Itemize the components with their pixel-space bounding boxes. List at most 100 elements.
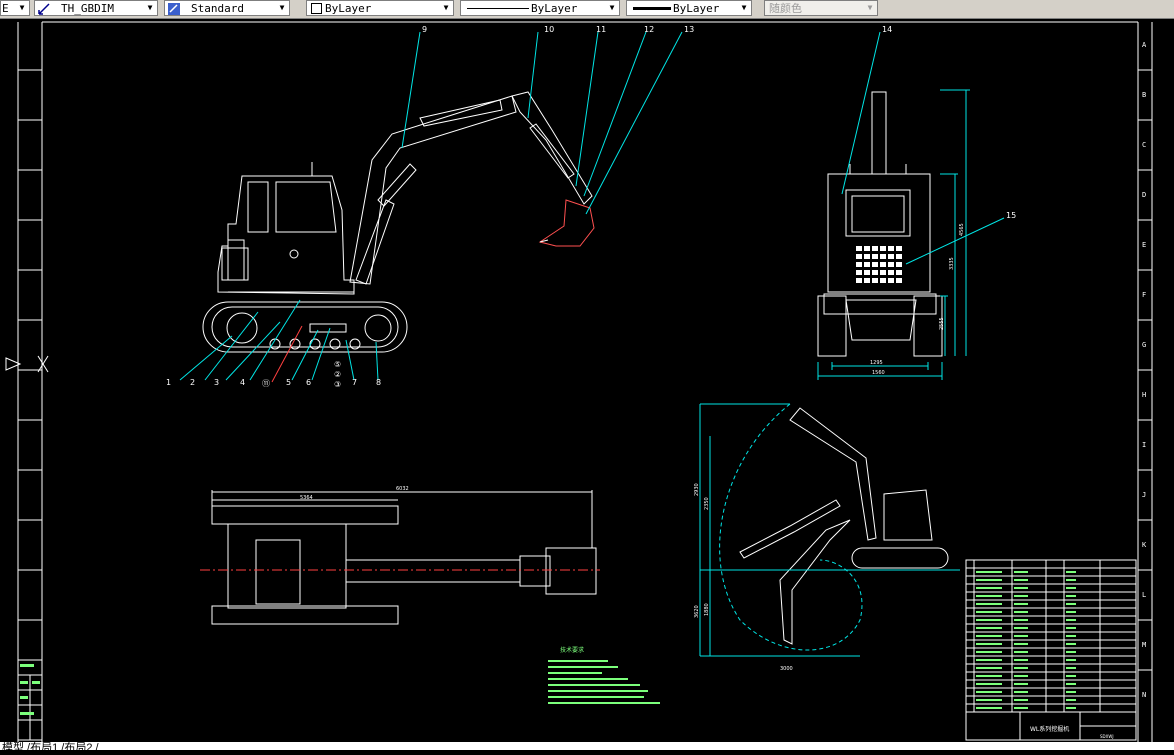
border-zone-letter: D <box>1142 191 1146 199</box>
layer-dropdown[interactable]: E ▼ <box>0 0 30 16</box>
parts-cell-mark <box>1014 635 1028 637</box>
dim-text: 2350 <box>704 497 710 510</box>
left-margin-ticks <box>18 69 42 621</box>
border-zone-letter: L <box>1142 591 1146 599</box>
parts-cell-mark <box>976 667 1002 669</box>
parts-cell-mark <box>1066 651 1076 653</box>
parts-cell-mark <box>1014 659 1028 661</box>
border-zone-letter: B <box>1142 91 1146 99</box>
part-label: 10 <box>544 25 554 34</box>
dim-text: 3620 <box>694 605 700 618</box>
parts-cell-mark <box>1014 603 1028 605</box>
textstyle-dropdown[interactable]: Standard ▼ <box>164 0 290 16</box>
part-label: ③ <box>334 380 341 389</box>
parts-cell-mark <box>1066 603 1076 605</box>
parts-cell-mark <box>976 643 1002 645</box>
parts-cell-mark <box>1066 595 1076 597</box>
parts-cell-mark <box>1014 619 1028 621</box>
parts-cell-mark <box>976 651 1002 653</box>
parts-cell-mark <box>1066 675 1076 677</box>
reach-view-dimensions <box>699 403 860 657</box>
tech-notes-title: 技术要求 <box>560 646 584 654</box>
parts-cell-mark <box>976 683 1002 685</box>
parts-cell-mark <box>976 611 1002 613</box>
reach-envelope <box>719 403 863 651</box>
parts-cell-mark <box>1014 707 1028 709</box>
front-view-grille <box>856 246 902 283</box>
dim-text: 3335 <box>949 257 955 270</box>
parts-cell-mark <box>1066 611 1076 613</box>
part-label: 1 <box>166 378 171 387</box>
parts-cell-mark <box>976 587 1002 589</box>
parts-cell-mark <box>976 635 1002 637</box>
border-zone-letter: E <box>1142 241 1146 249</box>
color-swatch-icon <box>311 3 322 14</box>
dim-text: 2555 <box>939 317 945 330</box>
parts-cell-mark <box>1066 643 1076 645</box>
front-view-dimensions <box>817 89 970 380</box>
color-dropdown[interactable]: ByLayer ▼ <box>306 0 454 16</box>
dim-text: 2930 <box>694 483 700 496</box>
dim-text: 4565 <box>959 223 965 236</box>
dimension-style-icon <box>38 3 50 15</box>
dimstyle-dropdown[interactable]: TH_GBDIM ▼ <box>34 0 158 16</box>
border-zone-letter: H <box>1142 391 1146 399</box>
parts-cell-mark <box>1014 699 1028 701</box>
part-label: 8 <box>376 378 381 387</box>
dimstyle-text: TH_GBDIM <box>61 2 114 15</box>
part-label: 7 <box>352 378 357 387</box>
excavator-front-view <box>817 91 943 357</box>
drawing-border <box>17 21 1153 742</box>
parts-cell-mark <box>1014 643 1028 645</box>
parts-cell-mark <box>1014 667 1028 669</box>
parts-cell-mark <box>976 603 1002 605</box>
linetype-dropdown[interactable]: ByLayer ▼ <box>460 0 620 16</box>
border-zone-letter: M <box>1142 641 1146 649</box>
parts-cell-mark <box>1066 707 1076 709</box>
excavator-reach-view <box>739 407 949 645</box>
parts-cell-mark <box>1066 691 1076 693</box>
layout-tabs-bar: 模型 /布局1 /布局2 / <box>0 742 1174 754</box>
border-zone-letter: I <box>1142 441 1146 449</box>
dim-text: 3000 <box>780 666 793 672</box>
plotstyle-dropdown[interactable]: 随颜色 ▼ <box>764 0 878 16</box>
layer-text: E <box>2 2 9 15</box>
dim-text: 1560 <box>872 370 885 376</box>
part-label: 14 <box>882 25 892 34</box>
border-zone-letter: A <box>1142 41 1147 49</box>
parts-cell-mark <box>1066 627 1076 629</box>
part-label: 12 <box>644 25 654 34</box>
part-label: 13 <box>684 25 694 34</box>
lineweight-dropdown[interactable]: ByLayer ▼ <box>626 0 752 16</box>
lineweight-text: ByLayer <box>673 2 720 15</box>
parts-cell-mark <box>976 571 1002 573</box>
border-zone-letter: N <box>1142 691 1146 699</box>
parts-cell-mark <box>1066 619 1076 621</box>
part-label: ② <box>334 370 341 379</box>
parts-cell-mark <box>976 627 1002 629</box>
plotstyle-text: 随颜色 <box>769 2 802 15</box>
excavator-plan-view <box>211 505 597 625</box>
part-label: 6 <box>306 378 311 387</box>
title-block-name: WL系列挖掘机 <box>1030 725 1069 733</box>
leader-lines <box>179 31 1005 381</box>
part-label: 2 <box>190 378 195 387</box>
parts-cell-mark <box>976 659 1002 661</box>
parts-cell-mark <box>1066 571 1076 573</box>
part-label: 15 <box>1006 211 1016 220</box>
dim-text: 1880 <box>704 603 710 616</box>
parts-cell-mark <box>1066 699 1076 701</box>
part-label: 3 <box>214 378 219 387</box>
layout-tabs[interactable]: 模型 /布局1 /布局2 / <box>2 739 99 755</box>
parts-cell-mark <box>976 619 1002 621</box>
chevron-down-icon: ▼ <box>147 3 153 12</box>
part-label: ⑪ <box>262 379 270 388</box>
part-label: ⑤ <box>334 360 341 369</box>
border-zone-letter: J <box>1142 491 1146 499</box>
chevron-down-icon: ▼ <box>279 3 285 12</box>
chevron-down-icon: ▼ <box>609 3 615 12</box>
drawing-canvas[interactable]: ABCDEFGHIJKLMNO <box>0 18 1174 742</box>
border-zone-letters: ABCDEFGHIJKLMNO <box>1142 41 1147 742</box>
dim-text: 5364 <box>300 495 313 501</box>
parts-cell-mark <box>1014 587 1028 589</box>
